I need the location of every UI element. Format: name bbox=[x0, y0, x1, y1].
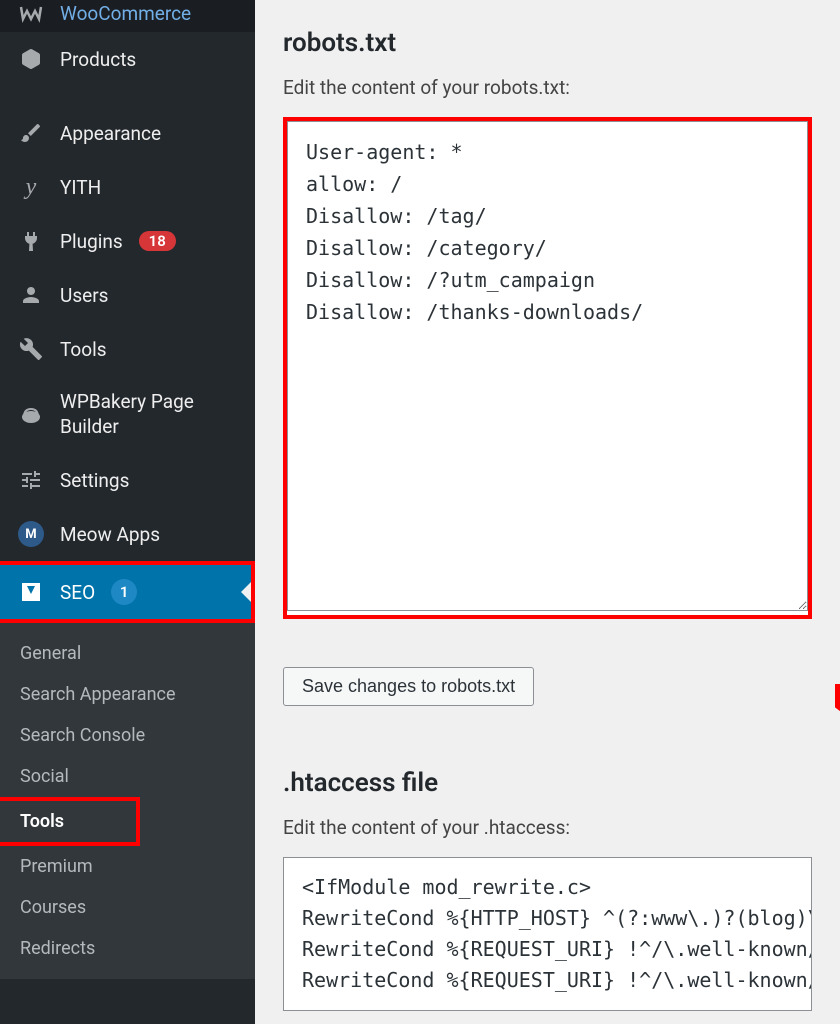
sidebar-item-label: WooCommerce bbox=[60, 2, 191, 25]
submenu-item-tools[interactable]: Tools bbox=[0, 797, 140, 846]
sidebar-item-label: Appearance bbox=[60, 122, 161, 145]
sidebar-item-tools[interactable]: Tools bbox=[0, 322, 255, 376]
sidebar-item-yith[interactable]: y YITH bbox=[0, 160, 255, 214]
sidebar-item-label: YITH bbox=[60, 176, 101, 199]
submenu-item-search-appearance[interactable]: Search Appearance bbox=[0, 674, 255, 715]
brush-icon bbox=[18, 120, 44, 146]
sidebar-item-label: Products bbox=[60, 48, 136, 71]
sidebar-item-label: Tools bbox=[60, 338, 107, 361]
sidebar-item-woocommerce[interactable]: WooCommerce bbox=[0, 0, 255, 32]
highlight-seo: SEO 1 bbox=[0, 561, 255, 623]
plug-icon bbox=[18, 228, 44, 254]
update-badge: 18 bbox=[139, 231, 176, 251]
save-robots-button[interactable]: Save changes to robots.txt bbox=[283, 667, 534, 706]
htaccess-textarea[interactable]: <IfModule mod_rewrite.c> RewriteCond %{H… bbox=[283, 857, 812, 1011]
sidebar-item-products[interactable]: Products bbox=[0, 32, 255, 86]
arrow-annotation-icon bbox=[835, 684, 840, 734]
sidebar-item-label: SEO bbox=[60, 581, 95, 604]
yith-icon: y bbox=[18, 174, 44, 200]
wpbakery-icon bbox=[18, 402, 44, 428]
products-icon bbox=[18, 46, 44, 72]
sidebar-item-label: Plugins bbox=[60, 230, 123, 253]
submenu-item-courses[interactable]: Courses bbox=[0, 887, 255, 928]
submenu-item-redirects[interactable]: Redirects bbox=[0, 928, 255, 969]
wrench-icon bbox=[18, 336, 44, 362]
yoast-icon bbox=[18, 579, 44, 605]
user-icon bbox=[18, 282, 44, 308]
sidebar-item-users[interactable]: Users bbox=[0, 268, 255, 322]
seo-submenu: General Search Appearance Search Console… bbox=[0, 623, 255, 979]
highlight-robots-textarea bbox=[283, 117, 812, 619]
sliders-icon bbox=[18, 467, 44, 493]
sidebar-item-label: WPBakery Page Builder bbox=[60, 390, 237, 439]
robots-textarea[interactable] bbox=[287, 121, 808, 611]
robots-subtitle: Edit the content of your robots.txt: bbox=[283, 76, 812, 99]
sidebar-item-seo[interactable]: SEO 1 bbox=[0, 565, 251, 619]
sidebar-item-plugins[interactable]: Plugins 18 bbox=[0, 214, 255, 268]
sidebar-item-appearance[interactable]: Appearance bbox=[0, 106, 255, 160]
sidebar-item-meowapps[interactable]: M Meow Apps bbox=[0, 507, 255, 561]
submenu-item-search-console[interactable]: Search Console bbox=[0, 715, 255, 756]
submenu-item-premium[interactable]: Premium bbox=[0, 846, 255, 887]
submenu-item-social[interactable]: Social bbox=[0, 756, 255, 797]
notification-badge: 1 bbox=[111, 579, 137, 605]
sidebar-item-wpbakery[interactable]: WPBakery Page Builder bbox=[0, 376, 255, 453]
meow-icon: M bbox=[18, 521, 44, 547]
admin-sidebar: WooCommerce Products Appearance y YITH P… bbox=[0, 0, 255, 1024]
sidebar-item-label: Meow Apps bbox=[60, 523, 160, 546]
robots-title: robots.txt bbox=[283, 28, 812, 58]
htaccess-title: .htaccess file bbox=[283, 768, 812, 798]
woocommerce-icon bbox=[18, 0, 44, 26]
htaccess-subtitle: Edit the content of your .htaccess: bbox=[283, 816, 812, 839]
sidebar-item-label: Settings bbox=[60, 469, 129, 492]
main-content: robots.txt Edit the content of your robo… bbox=[255, 0, 840, 1024]
sidebar-item-settings[interactable]: Settings bbox=[0, 453, 255, 507]
submenu-item-general[interactable]: General bbox=[0, 633, 255, 674]
sidebar-item-label: Users bbox=[60, 284, 108, 307]
